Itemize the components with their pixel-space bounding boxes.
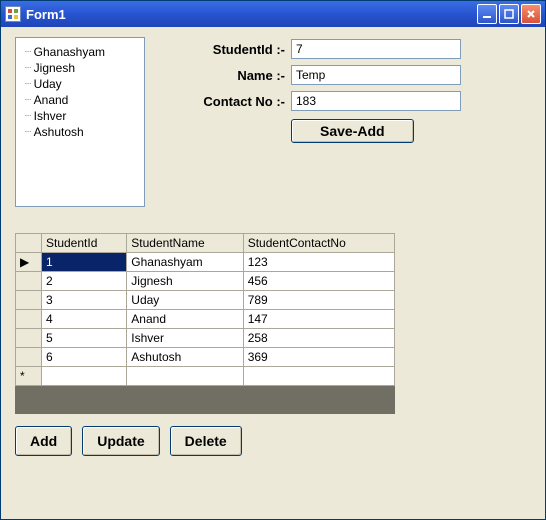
delete-button[interactable]: Delete: [170, 426, 242, 456]
row-header[interactable]: ▶: [16, 253, 42, 272]
app-icon: [5, 6, 21, 22]
tree-item[interactable]: ····Anand: [24, 92, 136, 108]
tree-connector-icon: ····: [24, 92, 31, 108]
grid-cell[interactable]: 3: [42, 291, 127, 310]
grid-cell[interactable]: Anand: [127, 310, 243, 329]
tree-item-label: Jignesh: [34, 60, 75, 76]
bottom-button-bar: Add Update Delete: [15, 426, 531, 456]
save-add-button[interactable]: Save-Add: [291, 119, 414, 143]
window-buttons: [477, 4, 541, 24]
grid-cell[interactable]: [42, 367, 127, 386]
contactno-input[interactable]: [291, 91, 461, 111]
tree-item-label: Ghanashyam: [34, 44, 105, 60]
grid-cell[interactable]: 147: [243, 310, 394, 329]
add-button[interactable]: Add: [15, 426, 72, 456]
data-grid[interactable]: StudentId StudentName StudentContactNo ▶…: [15, 233, 395, 386]
row-header[interactable]: [16, 291, 42, 310]
grid-cell[interactable]: 456: [243, 272, 394, 291]
grid-cell[interactable]: 6: [42, 348, 127, 367]
row-header[interactable]: [16, 348, 42, 367]
tree-connector-icon: ····: [24, 108, 31, 124]
tree-connector-icon: ····: [24, 124, 31, 140]
grid-col-contactno[interactable]: StudentContactNo: [243, 234, 394, 253]
grid-cell[interactable]: 123: [243, 253, 394, 272]
grid-cell[interactable]: 369: [243, 348, 394, 367]
tree-item[interactable]: ····Jignesh: [24, 60, 136, 76]
tree-connector-icon: ····: [24, 60, 31, 76]
tree-item-label: Ashutosh: [34, 124, 84, 140]
row-header-new[interactable]: *: [16, 367, 42, 386]
grid-corner[interactable]: [16, 234, 42, 253]
tree-item[interactable]: ····Uday: [24, 76, 136, 92]
update-button[interactable]: Update: [82, 426, 159, 456]
window-title: Form1: [26, 7, 477, 22]
grid-cell[interactable]: 789: [243, 291, 394, 310]
table-row[interactable]: ▶1Ghanashyam123: [16, 253, 395, 272]
grid-cell[interactable]: 258: [243, 329, 394, 348]
grid-padding: [15, 386, 395, 414]
titlebar: Form1: [1, 1, 545, 27]
table-row[interactable]: 3Uday789: [16, 291, 395, 310]
grid-col-studentid[interactable]: StudentId: [42, 234, 127, 253]
table-row[interactable]: 4Anand147: [16, 310, 395, 329]
new-row[interactable]: *: [16, 367, 395, 386]
minimize-button[interactable]: [477, 4, 497, 24]
grid-cell[interactable]: Ghanashyam: [127, 253, 243, 272]
grid-col-studentname[interactable]: StudentName: [127, 234, 243, 253]
name-label: Name :-: [165, 68, 285, 83]
tree-item[interactable]: ····Ghanashyam: [24, 44, 136, 60]
student-tree[interactable]: ····Ghanashyam····Jignesh····Uday····Ana…: [15, 37, 145, 207]
studentid-label: StudentId :-: [165, 42, 285, 57]
row-header[interactable]: [16, 329, 42, 348]
app-window: Form1 ····Ghanashyam····Jignesh····Uday·…: [0, 0, 546, 520]
tree-item[interactable]: ····Ashutosh: [24, 124, 136, 140]
close-button[interactable]: [521, 4, 541, 24]
grid-cell[interactable]: Ishver: [127, 329, 243, 348]
studentid-input[interactable]: [291, 39, 461, 59]
row-header[interactable]: [16, 272, 42, 291]
maximize-button[interactable]: [499, 4, 519, 24]
table-row[interactable]: 6Ashutosh369: [16, 348, 395, 367]
grid-cell[interactable]: [243, 367, 394, 386]
grid-cell[interactable]: 1: [42, 253, 127, 272]
row-header[interactable]: [16, 310, 42, 329]
table-row[interactable]: 2Jignesh456: [16, 272, 395, 291]
tree-item[interactable]: ····Ishver: [24, 108, 136, 124]
grid-cell[interactable]: [127, 367, 243, 386]
tree-connector-icon: ····: [24, 44, 31, 60]
tree-item-label: Anand: [34, 92, 69, 108]
grid-cell[interactable]: Ashutosh: [127, 348, 243, 367]
name-input[interactable]: [291, 65, 461, 85]
grid-cell[interactable]: 2: [42, 272, 127, 291]
form-fields: StudentId :- Name :- Contact No :- Save-…: [165, 37, 531, 207]
contactno-label: Contact No :-: [165, 94, 285, 109]
table-row[interactable]: 5Ishver258: [16, 329, 395, 348]
grid-cell[interactable]: Uday: [127, 291, 243, 310]
tree-item-label: Uday: [34, 76, 62, 92]
client-area: ····Ghanashyam····Jignesh····Uday····Ana…: [1, 27, 545, 519]
data-grid-container: StudentId StudentName StudentContactNo ▶…: [15, 233, 395, 414]
grid-cell[interactable]: 4: [42, 310, 127, 329]
tree-connector-icon: ····: [24, 76, 31, 92]
grid-cell[interactable]: 5: [42, 329, 127, 348]
tree-item-label: Ishver: [34, 108, 67, 124]
grid-cell[interactable]: Jignesh: [127, 272, 243, 291]
